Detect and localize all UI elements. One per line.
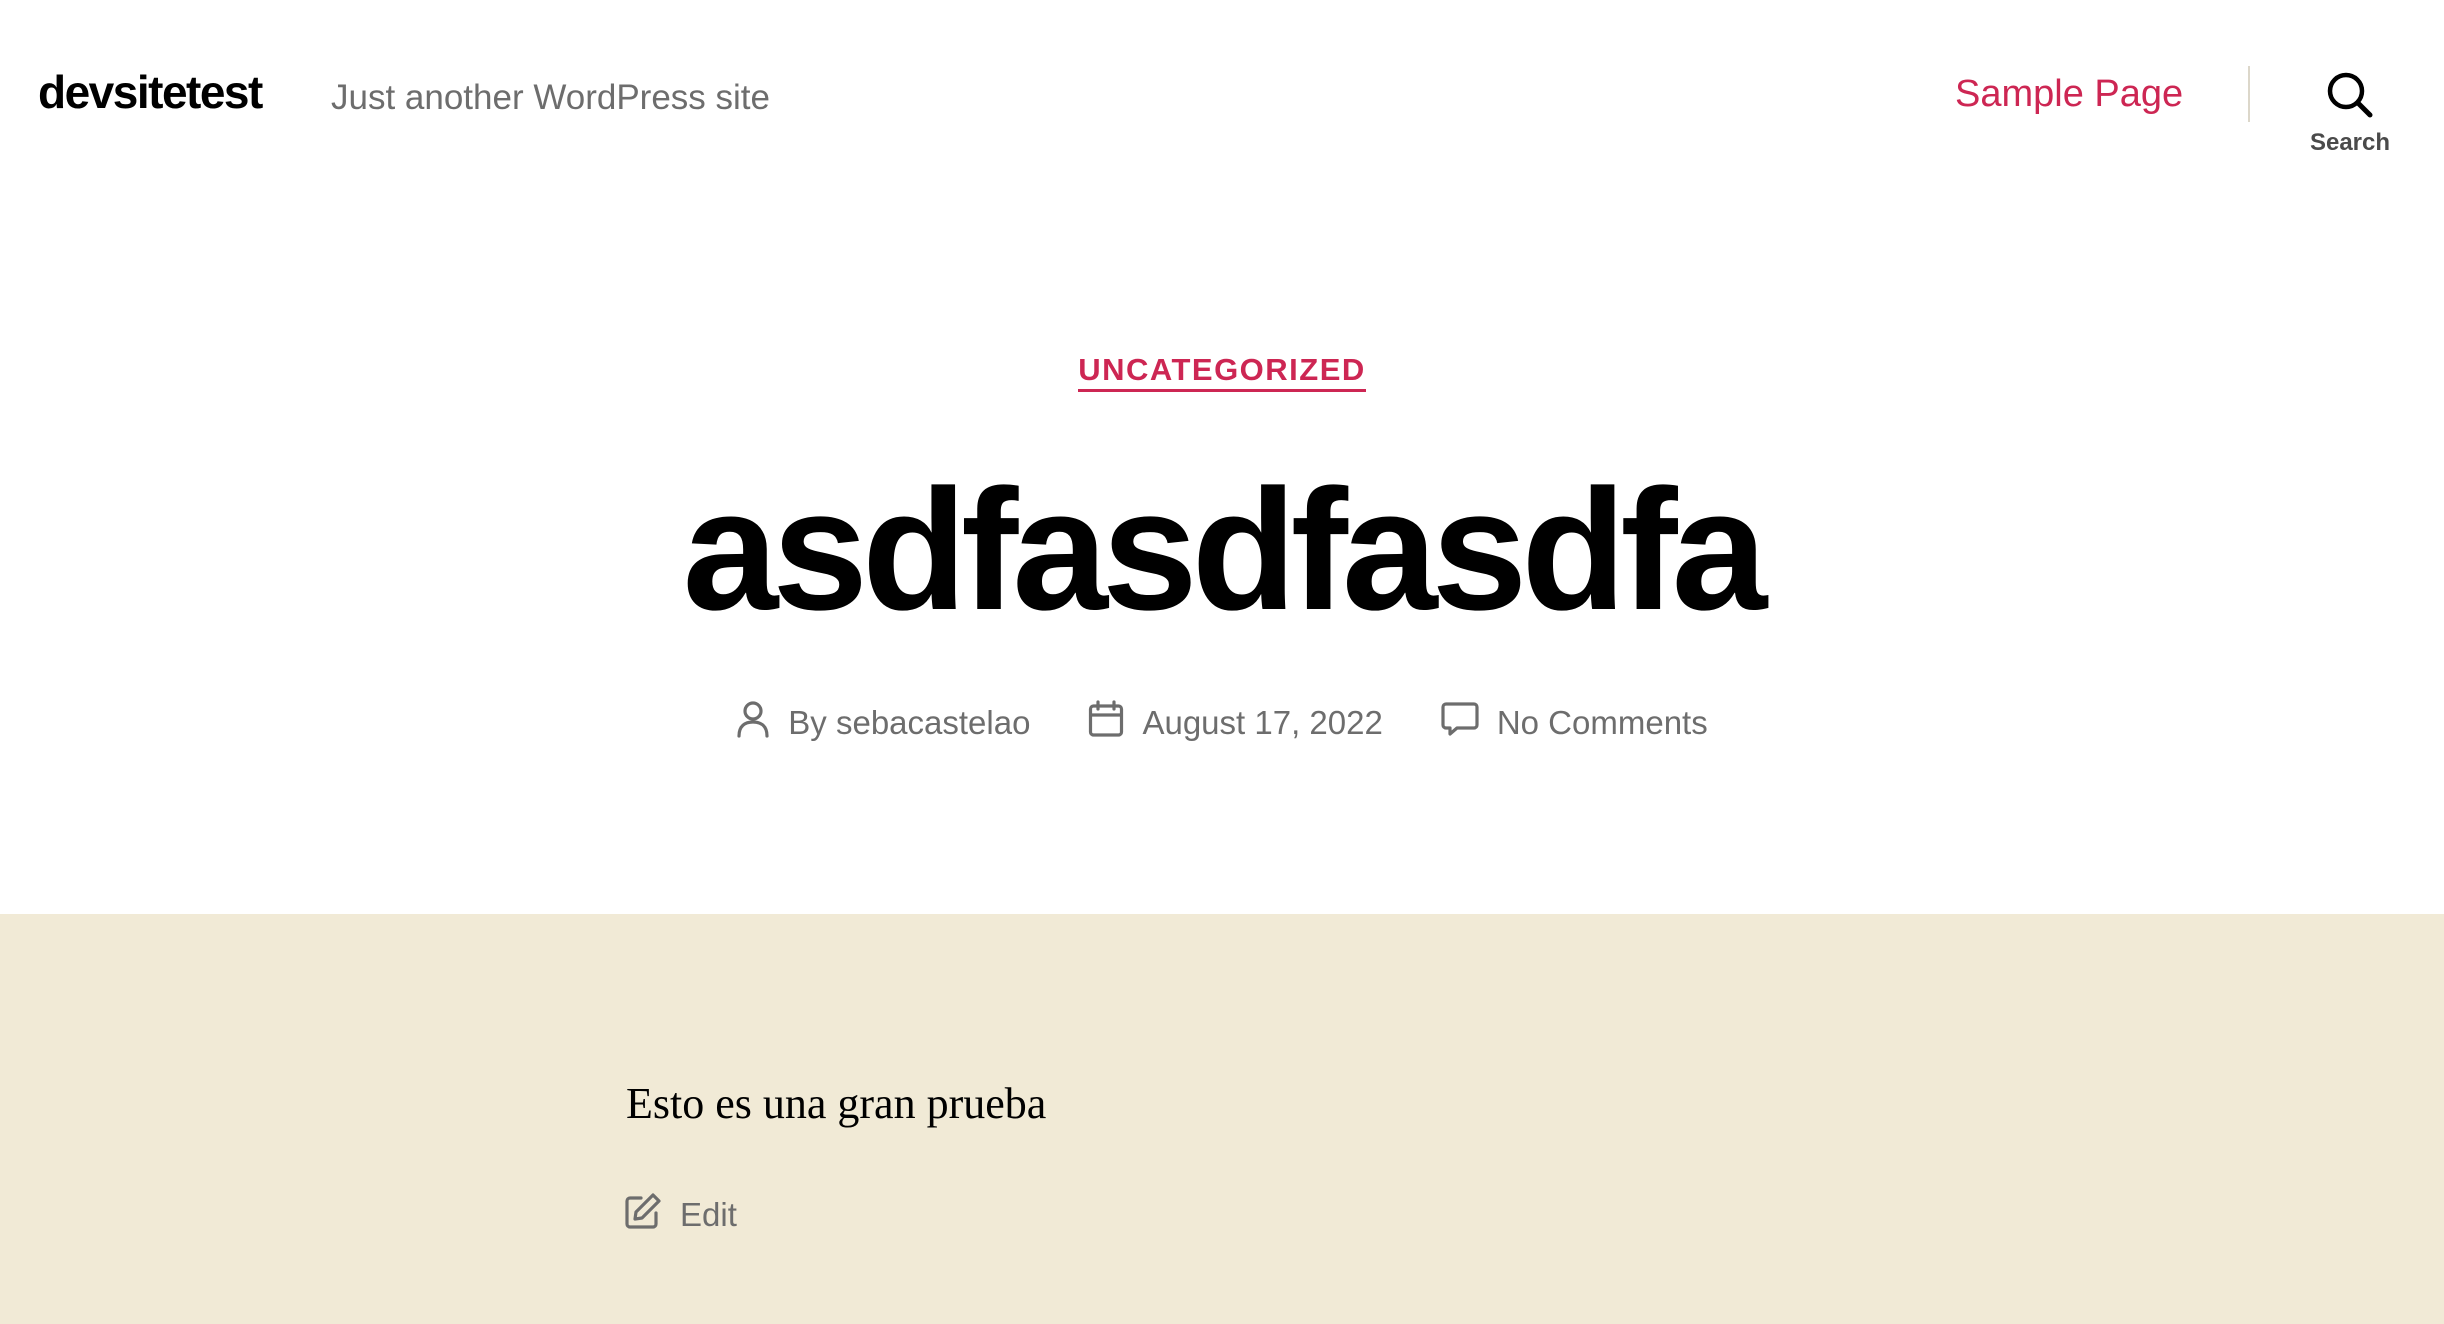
- search-label: Search: [2309, 129, 2391, 156]
- site-header: devsitetest Just another WordPress site …: [0, 0, 2444, 200]
- calendar-icon: [1088, 700, 1124, 746]
- post-comments: No Comments: [1441, 701, 1708, 745]
- post-category: UNCATEGORIZED: [0, 352, 2444, 392]
- edit-label: Edit: [680, 1196, 737, 1233]
- post-title: asdfasdfasdfa: [682, 454, 1768, 646]
- author-link[interactable]: sebacastelao: [836, 704, 1030, 741]
- post-body-text: Esto es una gran prueba: [626, 1079, 1047, 1128]
- post-meta: By sebacastelao August 17, 2022 No Comme…: [0, 700, 2444, 746]
- post-header: UNCATEGORIZED asdfasdfasdfa By sebacaste…: [0, 200, 2444, 914]
- comment-icon: [1441, 701, 1479, 745]
- category-link[interactable]: UNCATEGORIZED: [1078, 352, 1366, 392]
- date-link[interactable]: August 17, 2022: [1142, 704, 1382, 742]
- comments-link[interactable]: No Comments: [1497, 704, 1708, 742]
- post-date: August 17, 2022: [1088, 700, 1383, 746]
- edit-post-link[interactable]: Edit: [624, 1192, 737, 1238]
- author-prefix: By: [788, 704, 827, 741]
- site-description: Just another WordPress site: [331, 78, 770, 117]
- search-icon: [2295, 70, 2405, 120]
- nav-item-sample-page[interactable]: Sample Page: [1955, 66, 2183, 122]
- post-content: Esto es una gran prueba: [0, 914, 2444, 1324]
- nav-divider: [2248, 66, 2250, 122]
- user-icon: [736, 700, 770, 746]
- post-author: By sebacastelao: [736, 700, 1030, 746]
- search-toggle-button[interactable]: Search: [2295, 62, 2405, 166]
- edit-icon: [624, 1192, 662, 1238]
- site-title[interactable]: devsitetest: [38, 64, 263, 120]
